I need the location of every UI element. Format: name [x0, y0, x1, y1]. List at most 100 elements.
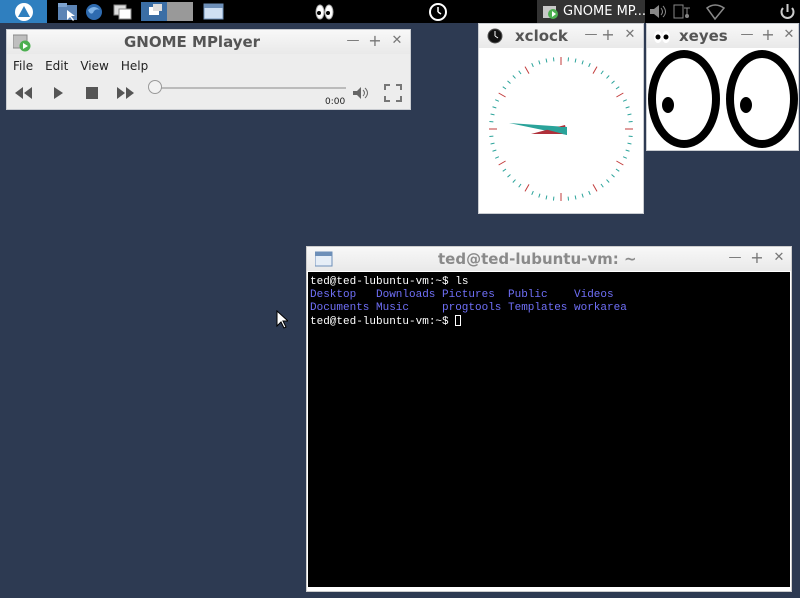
mouse-pointer-icon — [276, 310, 288, 329]
terminal-titlebar[interactable]: ted@ted-lubuntu-vm: ~ — + ✕ — [307, 247, 791, 271]
clock-tick — [581, 60, 584, 65]
seek-slider[interactable] — [154, 87, 346, 89]
clock-tick — [615, 168, 620, 172]
lubuntu-start-icon[interactable] — [0, 0, 47, 23]
dir-entry: Downloads — [376, 289, 436, 301]
clock-tick — [581, 193, 584, 198]
file-manager-icon[interactable] — [57, 2, 78, 21]
xeyes-window: xeyes — + ✕ — [646, 23, 799, 151]
clock-tick — [502, 86, 507, 90]
clock-tick — [588, 190, 591, 195]
mplayer-menubar: File Edit View Help — [7, 56, 154, 76]
volume-icon[interactable] — [648, 2, 669, 21]
battery-icon[interactable] — [672, 2, 693, 21]
fullscreen-button[interactable] — [382, 83, 404, 103]
clock-tick — [606, 179, 610, 183]
clock-tick — [611, 80, 615, 84]
terminal-line: ted@ted-lubuntu-vm:~$ ls — [310, 276, 469, 288]
minimize-button[interactable]: — — [739, 27, 755, 43]
window-switcher-icon[interactable] — [112, 2, 133, 21]
wifi-icon[interactable] — [705, 2, 726, 21]
clock-tick — [524, 66, 530, 74]
mplayer-title: GNOME MPlayer — [124, 33, 261, 51]
taskbar-mplayer-button[interactable]: GNOME MP... — [537, 0, 645, 23]
clock-tick — [545, 58, 548, 63]
clock-tick — [588, 63, 591, 68]
firefox-icon[interactable] — [84, 2, 105, 21]
dir-entry: workarea — [574, 302, 627, 314]
clock-tick — [611, 174, 615, 178]
clock-tick — [627, 113, 632, 116]
clock-tick — [512, 179, 516, 183]
xclock-titlebar[interactable]: xclock — + ✕ — [479, 24, 643, 48]
xeyes-titlebar[interactable]: xeyes — + ✕ — [647, 24, 798, 48]
menu-view[interactable]: View — [74, 56, 114, 76]
xclock-title: xclock — [515, 27, 568, 45]
maximize-button[interactable]: + — [367, 33, 383, 49]
xeyes-app-icon — [653, 29, 671, 43]
clock-tick — [545, 195, 548, 200]
terminal-line: Desktop Downloads Pictures Public Videos — [310, 289, 790, 302]
clock-tick — [490, 142, 495, 145]
terminal-title: ted@ted-lubuntu-vm: ~ — [438, 250, 637, 268]
terminal-output[interactable]: ted@ted-lubuntu-vm:~$ ls Desktop Download… — [308, 272, 790, 587]
clock-tick — [606, 75, 610, 79]
mplayer-window: GNOME MPlayer — + ✕ File Edit View Help … — [6, 29, 411, 110]
clock-tick — [507, 80, 511, 84]
clock-tick — [531, 190, 534, 195]
xeyes-launcher-icon[interactable] — [314, 2, 335, 21]
clock-tick — [495, 156, 500, 159]
terminal-cursor — [455, 315, 462, 326]
mplayer-app-icon — [12, 34, 31, 52]
close-button[interactable]: ✕ — [389, 33, 405, 49]
clock-tick — [538, 193, 541, 198]
power-icon[interactable] — [777, 2, 798, 21]
clock-tick — [518, 183, 522, 188]
clock-tick — [600, 183, 604, 188]
left-pupil — [662, 97, 674, 113]
dir-entry: Pictures — [442, 289, 495, 301]
minimize-button[interactable]: — — [727, 250, 743, 266]
minimize-button[interactable]: — — [583, 27, 599, 43]
close-button[interactable]: ✕ — [771, 250, 787, 266]
play-button[interactable] — [47, 83, 69, 103]
clock-tick — [615, 86, 620, 90]
clock-tick — [592, 184, 598, 192]
mplayer-titlebar[interactable]: GNOME MPlayer — + ✕ — [7, 30, 410, 54]
menu-edit[interactable]: Edit — [39, 56, 74, 76]
clock-icon[interactable] — [428, 2, 449, 21]
terminal-line: ted@ted-lubuntu-vm:~$ — [310, 315, 790, 328]
clock-tick — [592, 66, 598, 74]
clock-tick — [495, 99, 500, 102]
clock-tick — [622, 99, 627, 102]
clock-tick — [492, 149, 497, 152]
taskbar-mplayer-label: GNOME MP... — [563, 4, 645, 19]
maximize-button[interactable]: + — [760, 27, 776, 43]
terminal-app-icon — [314, 251, 333, 267]
close-button[interactable]: ✕ — [622, 27, 638, 43]
fast-forward-button[interactable] — [115, 83, 137, 103]
left-eye — [648, 50, 720, 148]
menu-help[interactable]: Help — [115, 56, 154, 76]
volume-button[interactable] — [351, 83, 373, 103]
maximize-button[interactable]: + — [749, 250, 765, 266]
xeyes-canvas — [648, 50, 798, 148]
maximize-button[interactable]: + — [600, 27, 616, 43]
minimize-button[interactable]: — — [345, 33, 361, 49]
seek-slider-handle[interactable] — [148, 80, 162, 94]
stop-button[interactable] — [81, 83, 103, 103]
right-pupil — [740, 97, 752, 113]
rewind-button[interactable] — [13, 83, 35, 103]
clock-tick — [625, 149, 630, 152]
close-button[interactable]: ✕ — [781, 27, 797, 43]
menu-file[interactable]: File — [7, 56, 39, 76]
show-desktop-icon[interactable] — [203, 2, 224, 21]
desktop-pager-icon[interactable] — [141, 2, 193, 21]
terminal-prompt: ted@ted-lubuntu-vm:~$ — [310, 316, 456, 328]
clock-face — [489, 57, 633, 201]
clock-tick — [524, 184, 530, 192]
mplayer-task-icon — [543, 4, 559, 20]
dir-entry: Documents — [310, 302, 370, 314]
xeyes-title: xeyes — [679, 27, 728, 45]
dir-entry: Videos — [574, 289, 614, 301]
